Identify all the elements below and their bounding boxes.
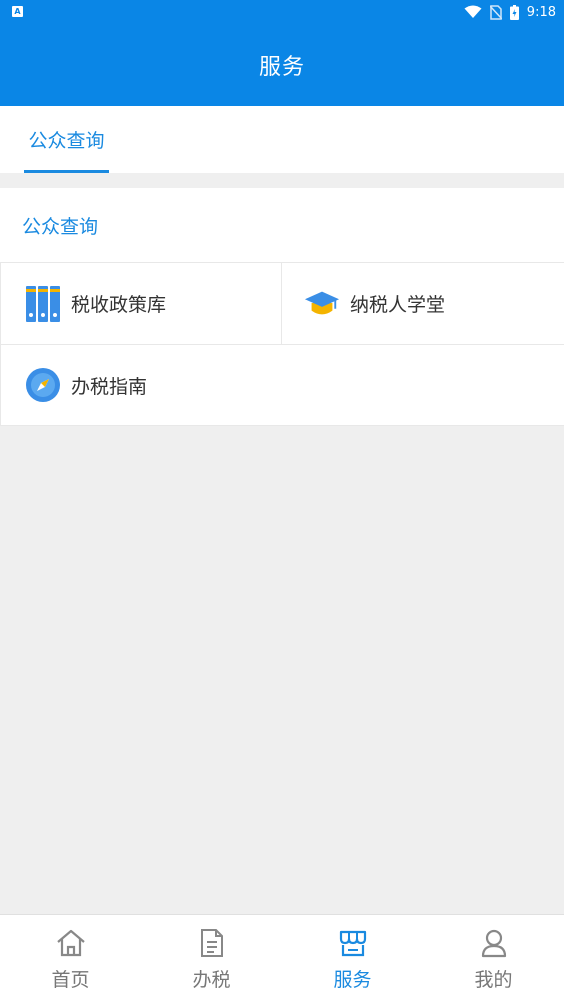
nav-service[interactable]: 服务 bbox=[282, 915, 423, 1002]
tab-public-query[interactable]: 公众查询 bbox=[24, 106, 109, 173]
nav-label: 服务 bbox=[333, 969, 372, 991]
public-query-section: 公众查询 税收政策库 纳税人学堂 办税指南 bbox=[0, 188, 564, 426]
tab-active-indicator bbox=[24, 170, 109, 173]
item-label: 纳税人学堂 bbox=[350, 294, 446, 316]
nav-label: 首页 bbox=[51, 969, 90, 991]
books-icon bbox=[25, 285, 61, 322]
nav-label: 办税 bbox=[192, 969, 231, 991]
battery-charging-icon bbox=[509, 4, 519, 20]
app-notification-icon: A bbox=[12, 6, 23, 17]
tax-policy-library-item[interactable]: 税收政策库 bbox=[0, 262, 282, 344]
graduation-cap-icon bbox=[304, 286, 340, 322]
clock: 9:18 bbox=[526, 4, 556, 20]
item-label: 办税指南 bbox=[71, 375, 148, 398]
section-title: 公众查询 bbox=[22, 215, 99, 238]
nav-home[interactable]: 首页 bbox=[0, 915, 141, 1002]
app-header: 服务 bbox=[0, 24, 564, 106]
nav-tax[interactable]: 办税 bbox=[141, 915, 282, 1002]
taxpayer-school-item[interactable]: 纳税人学堂 bbox=[282, 262, 564, 344]
home-icon bbox=[55, 927, 87, 959]
document-icon bbox=[199, 927, 225, 959]
nav-label: 我的 bbox=[474, 969, 513, 991]
no-sim-icon bbox=[489, 4, 502, 20]
item-label: 税收政策库 bbox=[71, 294, 167, 316]
page-title: 服务 bbox=[258, 55, 305, 80]
tab-label: 公众查询 bbox=[28, 130, 105, 152]
tax-guide-item[interactable]: 办税指南 bbox=[0, 344, 564, 426]
nav-mine[interactable]: 我的 bbox=[423, 915, 564, 1002]
compass-icon bbox=[25, 367, 61, 403]
wifi-icon bbox=[464, 5, 482, 19]
bottom-navigation: 首页 办税 服务 我的 bbox=[0, 914, 564, 1002]
tab-bar: 公众查询 bbox=[0, 106, 564, 173]
user-icon bbox=[480, 927, 508, 959]
store-icon bbox=[338, 927, 368, 959]
status-icons: 9:18 bbox=[464, 2, 556, 22]
status-bar: A 9:18 bbox=[0, 0, 564, 24]
